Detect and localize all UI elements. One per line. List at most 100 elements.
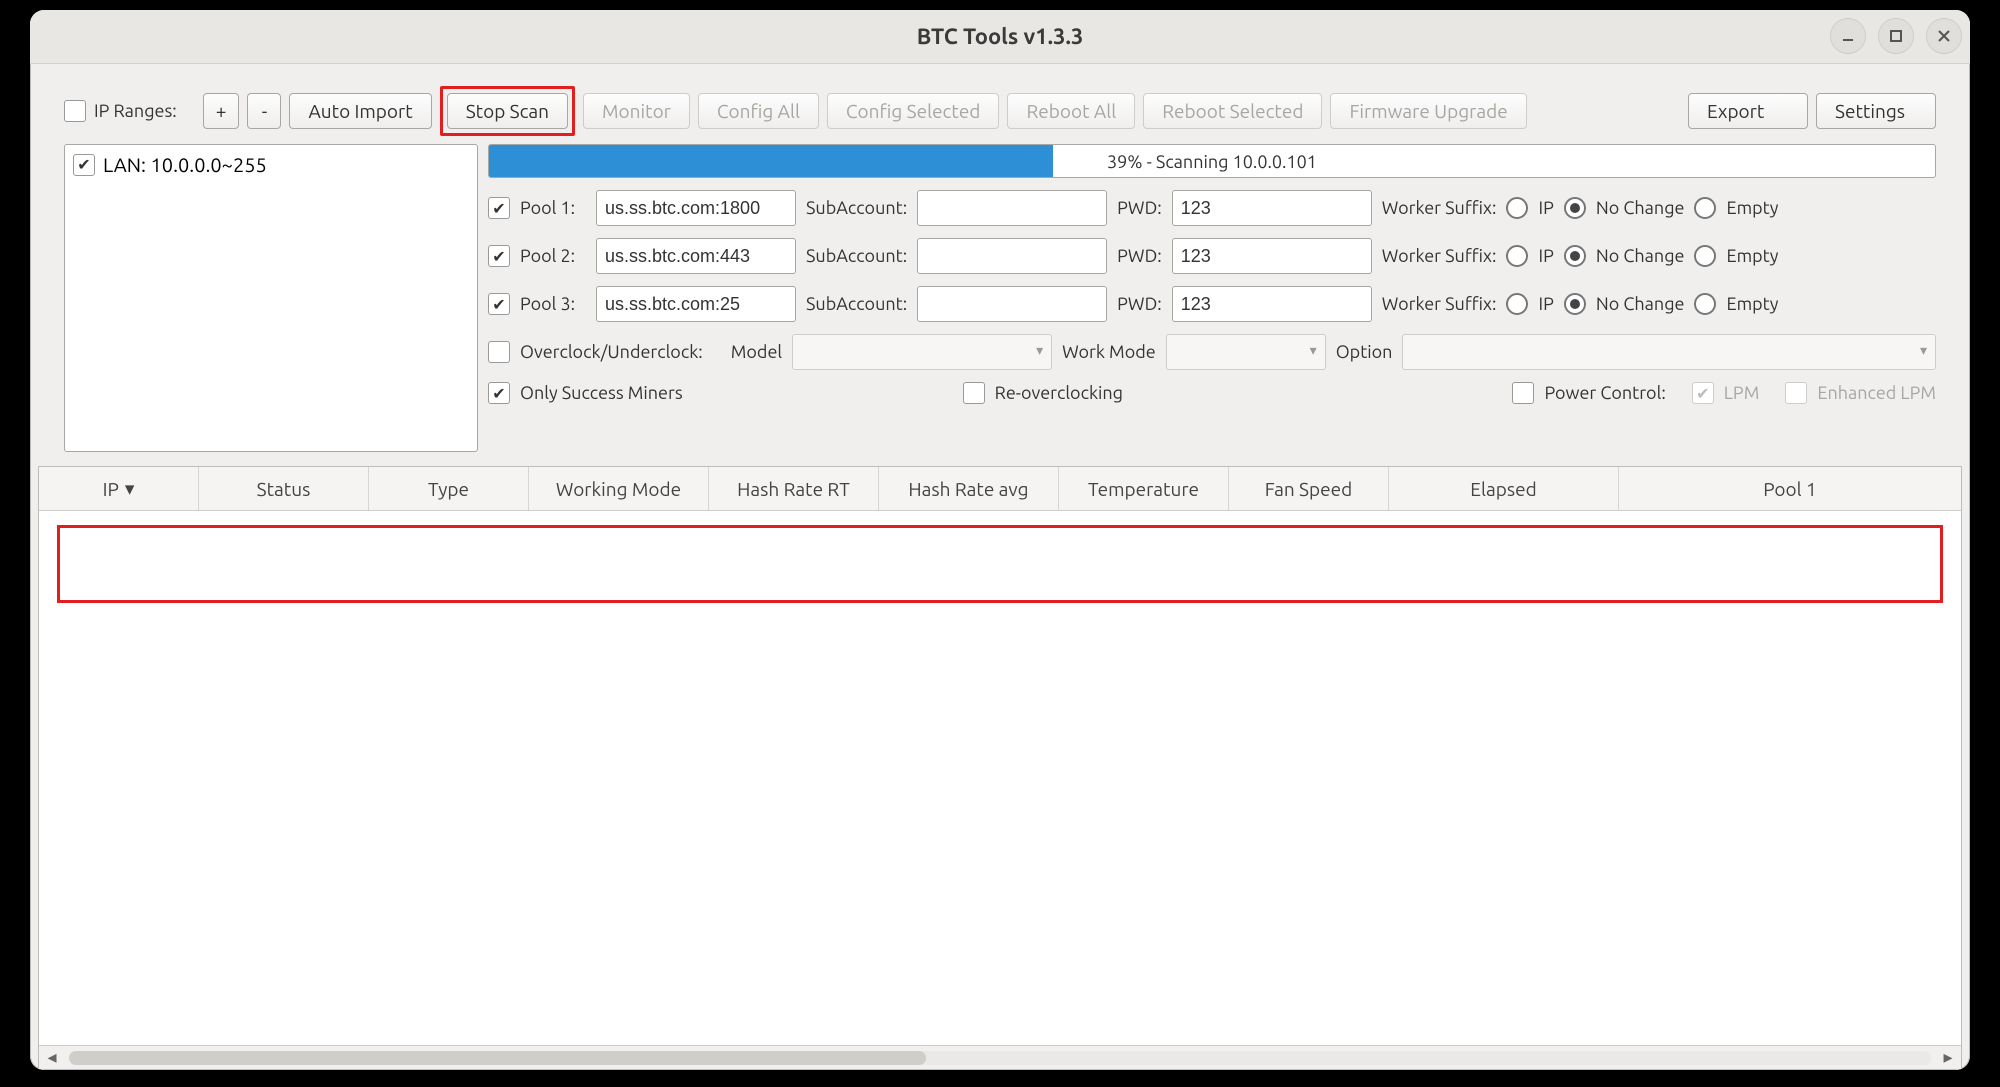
pool-1-ws-nochange-label: No Change [1596, 198, 1685, 218]
col-ip[interactable]: IP▾ [39, 467, 199, 510]
reoverclock-label: Re-overclocking [995, 383, 1123, 403]
stop-scan-highlight: Stop Scan [440, 86, 575, 136]
pool-3-checkbox[interactable] [488, 293, 510, 315]
pool-1-url-input[interactable] [596, 190, 796, 226]
pool-1-ws-ip-radio[interactable] [1506, 197, 1528, 219]
col-fan-speed[interactable]: Fan Speed [1229, 467, 1389, 510]
config-all-button[interactable]: Config All [698, 93, 819, 129]
pool-3-pwd-input[interactable] [1172, 286, 1372, 322]
reoverclock-checkbox[interactable] [963, 382, 985, 404]
table-body[interactable] [39, 511, 1961, 1045]
reboot-all-button[interactable]: Reboot All [1007, 93, 1135, 129]
titlebar: BTC Tools v1.3.3 [30, 10, 1970, 64]
scroll-left-icon[interactable]: ◂ [39, 1047, 65, 1068]
pool-2-ws-empty-label: Empty [1726, 246, 1778, 266]
miners-table: IP▾ Status Type Working Mode Hash Rate R… [38, 466, 1962, 1070]
pool-1-label: Pool 1: [520, 198, 586, 218]
ip-range-item-label: LAN: 10.0.0.0~255 [103, 153, 267, 176]
scroll-right-icon[interactable]: ▸ [1935, 1047, 1961, 1068]
scroll-track[interactable] [69, 1051, 1931, 1065]
model-select[interactable] [792, 334, 1052, 370]
pool-2-sub-input[interactable] [917, 238, 1107, 274]
pool-2-ws-ip-radio[interactable] [1506, 245, 1528, 267]
pool-1-row: Pool 1: SubAccount: PWD: Worker Suffix: … [488, 190, 1936, 226]
pool-3-sub-label: SubAccount: [806, 294, 907, 314]
window-title: BTC Tools v1.3.3 [917, 24, 1084, 49]
pool-1-ws-label: Worker Suffix: [1382, 198, 1497, 218]
pool-2-sub-label: SubAccount: [806, 246, 907, 266]
pool-1-ws-empty-label: Empty [1726, 198, 1778, 218]
col-type[interactable]: Type [369, 467, 529, 510]
table-header: IP▾ Status Type Working Mode Hash Rate R… [39, 467, 1961, 511]
col-working-mode[interactable]: Working Mode [529, 467, 709, 510]
app-window: BTC Tools v1.3.3 IP Ranges: + - Auto Imp… [30, 10, 1970, 1070]
maximize-button[interactable] [1878, 18, 1914, 54]
empty-row-highlight [57, 525, 1943, 603]
pool-3-ws-empty-label: Empty [1726, 294, 1778, 314]
overclock-checkbox[interactable] [488, 341, 510, 363]
pool-1-sub-label: SubAccount: [806, 198, 907, 218]
flags-row: Only Success Miners Re-overclocking Powe… [488, 382, 1936, 404]
toolbar: IP Ranges: + - Auto Import Stop Scan Mon… [30, 64, 1970, 144]
add-range-button[interactable]: + [203, 93, 240, 129]
pool-2-ws-empty-radio[interactable] [1694, 245, 1716, 267]
col-hashrate-rt[interactable]: Hash Rate RT [709, 467, 879, 510]
only-success-checkbox[interactable] [488, 382, 510, 404]
pool-3-ws-nochange-radio[interactable] [1564, 293, 1586, 315]
pool-2-ws-label: Worker Suffix: [1382, 246, 1497, 266]
ip-ranges-checkbox[interactable] [64, 100, 86, 122]
pool-2-ws-nochange-radio[interactable] [1564, 245, 1586, 267]
stop-scan-button[interactable]: Stop Scan [447, 93, 568, 129]
auto-import-button[interactable]: Auto Import [289, 93, 431, 129]
monitor-button[interactable]: Monitor [583, 93, 690, 129]
pool-1-pwd-label: PWD: [1117, 198, 1162, 218]
content-area: LAN: 10.0.0.0~255 39% - Scanning 10.0.0.… [30, 144, 1970, 460]
col-pool-1[interactable]: Pool 1 [1619, 467, 1961, 510]
elpm-label: Enhanced LPM [1817, 383, 1936, 403]
pool-1-ws-nochange-radio[interactable] [1564, 197, 1586, 219]
col-hashrate-avg[interactable]: Hash Rate avg [879, 467, 1059, 510]
pool-1-ws-empty-radio[interactable] [1694, 197, 1716, 219]
pool-2-row: Pool 2: SubAccount: PWD: Worker Suffix: … [488, 238, 1936, 274]
workmode-select[interactable] [1166, 334, 1326, 370]
pool-3-ws-ip-radio[interactable] [1506, 293, 1528, 315]
pool-3-row: Pool 3: SubAccount: PWD: Worker Suffix: … [488, 286, 1936, 322]
model-label: Model [731, 342, 782, 362]
ip-range-item-checkbox[interactable] [73, 154, 95, 176]
export-button[interactable]: Export [1688, 93, 1808, 129]
workmode-label: Work Mode [1062, 342, 1156, 362]
pool-2-pwd-label: PWD: [1117, 246, 1162, 266]
pool-1-pwd-input[interactable] [1172, 190, 1372, 226]
minimize-button[interactable] [1830, 18, 1866, 54]
col-temperature[interactable]: Temperature [1059, 467, 1229, 510]
col-status[interactable]: Status [199, 467, 369, 510]
reboot-selected-button[interactable]: Reboot Selected [1143, 93, 1322, 129]
scroll-thumb[interactable] [69, 1051, 926, 1065]
pool-3-sub-input[interactable] [917, 286, 1107, 322]
firmware-upgrade-button[interactable]: Firmware Upgrade [1330, 93, 1526, 129]
remove-range-button[interactable]: - [247, 93, 281, 129]
pool-2-url-input[interactable] [596, 238, 796, 274]
pool-2-ws-nochange-label: No Change [1596, 246, 1685, 266]
pool-1-sub-input[interactable] [917, 190, 1107, 226]
pool-1-checkbox[interactable] [488, 197, 510, 219]
close-button[interactable] [1926, 18, 1962, 54]
option-label: Option [1336, 342, 1393, 362]
horizontal-scrollbar[interactable]: ◂ ▸ [39, 1045, 1961, 1069]
settings-button[interactable]: Settings [1816, 93, 1936, 129]
ip-range-list[interactable]: LAN: 10.0.0.0~255 [64, 144, 478, 452]
ip-range-item[interactable]: LAN: 10.0.0.0~255 [73, 151, 469, 178]
pool-3-ws-label: Worker Suffix: [1382, 294, 1497, 314]
pool-2-pwd-input[interactable] [1172, 238, 1372, 274]
pool-3-pwd-label: PWD: [1117, 294, 1162, 314]
pool-3-ws-empty-radio[interactable] [1694, 293, 1716, 315]
pool-2-checkbox[interactable] [488, 245, 510, 267]
config-selected-button[interactable]: Config Selected [827, 93, 1000, 129]
power-control-checkbox[interactable] [1512, 382, 1534, 404]
pool-3-url-input[interactable] [596, 286, 796, 322]
ip-ranges-label: IP Ranges: [94, 101, 177, 121]
lpm-label: LPM [1724, 383, 1760, 403]
col-elapsed[interactable]: Elapsed [1389, 467, 1619, 510]
option-select[interactable] [1402, 334, 1936, 370]
pool-3-label: Pool 3: [520, 294, 586, 314]
